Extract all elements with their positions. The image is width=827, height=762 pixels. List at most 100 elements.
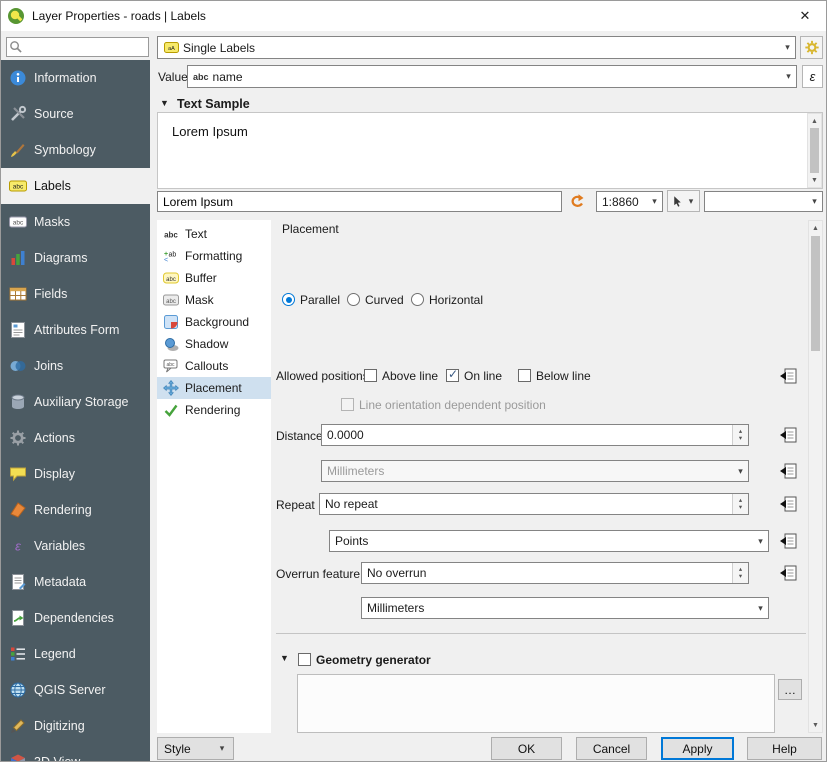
placement-scrollbar[interactable]: ▲ ▼ (808, 220, 823, 733)
data-defined-override-button[interactable] (775, 366, 801, 386)
mask-icon: abc (163, 292, 179, 308)
data-defined-icon (778, 495, 798, 513)
distance-field[interactable]: 0.0000 ▴▾ (321, 424, 749, 446)
sidebar-item-digitizing[interactable]: Digitizing (1, 708, 150, 744)
apply-button[interactable]: Apply (661, 737, 734, 760)
overrun-field[interactable]: No overrun ▴▾ (361, 562, 749, 584)
sidebar-item-masks[interactable]: abc Masks (1, 204, 150, 240)
sidebar-item-information[interactable]: Information (1, 60, 150, 96)
sidebar-item-qgis-server[interactable]: QGIS Server (1, 672, 150, 708)
actions-icon (9, 429, 27, 447)
checkbox-box (446, 369, 459, 382)
data-defined-override-button[interactable] (775, 563, 801, 583)
separator (276, 633, 806, 634)
repeat-unit-combo[interactable]: Points ▾ (329, 530, 769, 552)
repeat-field[interactable]: No repeat ▴▾ (319, 493, 749, 515)
cancel-button[interactable]: Cancel (576, 737, 647, 760)
value-field-combo[interactable]: abc name ▾ (187, 65, 797, 88)
label-mode-combo[interactable]: aA Single Labels ▾ (157, 36, 796, 59)
tab-placement[interactable]: Placement (157, 377, 271, 399)
scroll-up-icon[interactable]: ▲ (809, 221, 822, 235)
scroll-down-icon[interactable]: ▼ (809, 718, 822, 732)
sidebar-item-joins[interactable]: Joins (1, 348, 150, 384)
checkbox-geometry-generator[interactable]: Geometry generator (298, 652, 431, 667)
spinner-arrows-icon[interactable]: ▴▾ (732, 494, 748, 514)
data-defined-override-button[interactable] (775, 531, 801, 551)
tab-rendering[interactable]: Rendering (157, 399, 271, 421)
svg-text:abc: abc (166, 362, 175, 368)
background-icon (163, 314, 179, 330)
tab-callouts[interactable]: abc Callouts (157, 355, 271, 377)
checkbox-below-line[interactable]: Below line (518, 368, 591, 383)
sample-text-input[interactable] (157, 191, 562, 212)
scale-combo[interactable]: 1:8860 ▾ (596, 191, 663, 212)
map-cursor-icon (671, 193, 684, 209)
allowed-positions-label: Allowed positions (276, 369, 369, 383)
sidebar-item-variables[interactable]: ε Variables (1, 528, 150, 564)
overrun-unit-combo[interactable]: Millimeters ▾ (361, 597, 769, 619)
collapse-arrow-icon[interactable]: ▼ (280, 653, 289, 663)
expression-ellipsis-button[interactable]: … (778, 679, 802, 700)
sidebar-item-rendering[interactable]: Rendering (1, 492, 150, 528)
data-defined-override-button[interactable] (775, 461, 801, 481)
sidebar-item-labels[interactable]: abc Labels (1, 168, 150, 204)
radio-curved[interactable]: Curved (347, 292, 404, 307)
search-input[interactable] (6, 37, 149, 57)
checkbox-above-line[interactable]: Above line (364, 368, 438, 383)
spinner-arrows-icon[interactable]: ▴▾ (732, 425, 748, 445)
ok-button[interactable]: OK (491, 737, 562, 760)
auxiliary-storage-icon (9, 393, 27, 411)
radio-horizontal[interactable]: Horizontal (411, 292, 483, 307)
sidebar-item-dependencies[interactable]: Dependencies (1, 600, 150, 636)
geometry-generator-expression-area[interactable] (297, 674, 775, 733)
data-defined-override-button[interactable] (775, 494, 801, 514)
sidebar-item-legend[interactable]: Legend (1, 636, 150, 672)
svg-text:aA: aA (168, 46, 175, 52)
dropdown-arrow-icon: ▾ (753, 536, 768, 547)
sidebar-item-display[interactable]: Display (1, 456, 150, 492)
distance-unit-combo[interactable]: Millimeters ▾ (321, 460, 749, 482)
scrollbar-thumb[interactable] (810, 128, 819, 173)
reset-sample-button[interactable] (566, 190, 588, 212)
sidebar-item-3d-view[interactable]: 3D View (1, 744, 150, 762)
pick-scale-button[interactable]: ▾ (667, 190, 700, 212)
expression-builder-button[interactable]: ε (802, 65, 823, 88)
close-button[interactable]: ✕ (790, 1, 820, 31)
radio-circle (282, 293, 295, 306)
tab-buffer[interactable]: abc Buffer (157, 267, 271, 289)
svg-text:abc: abc (166, 277, 176, 283)
collapse-arrow-icon[interactable]: ▼ (160, 98, 169, 108)
sidebar-item-auxiliary-storage[interactable]: Auxiliary Storage (1, 384, 150, 420)
distance-label: Distance (276, 429, 323, 443)
tab-mask[interactable]: abc Mask (157, 289, 271, 311)
spinner-arrows-icon[interactable]: ▴▾ (732, 563, 748, 583)
data-defined-override-button[interactable] (775, 425, 801, 445)
tab-text[interactable]: abc Text (157, 223, 271, 245)
metadata-icon (9, 573, 27, 591)
preview-scrollbar[interactable]: ▲ ▼ (807, 113, 822, 188)
style-menu-button[interactable]: Style ▾ (157, 737, 234, 760)
scrollbar-thumb[interactable] (811, 236, 820, 351)
sidebar-item-diagrams[interactable]: Diagrams (1, 240, 150, 276)
scroll-up-icon[interactable]: ▲ (808, 114, 821, 128)
sidebar-item-attributes-form[interactable]: Attributes Form (1, 312, 150, 348)
sidebar-item-metadata[interactable]: Metadata (1, 564, 150, 600)
checkbox-line-orientation[interactable]: Line orientation dependent position (341, 397, 546, 412)
checkbox-box (518, 369, 531, 382)
sidebar-item-symbology[interactable]: Symbology (1, 132, 150, 168)
svg-text:abc: abc (13, 184, 24, 191)
placement-icon (163, 380, 179, 396)
tab-background[interactable]: Background (157, 311, 271, 333)
automated-placement-button[interactable] (800, 36, 823, 59)
scroll-down-icon[interactable]: ▼ (808, 173, 821, 187)
tab-shadow[interactable]: Shadow (157, 333, 271, 355)
sample-background-combo[interactable]: ▾ (704, 191, 823, 212)
sidebar-item-actions[interactable]: Actions (1, 420, 150, 456)
help-button[interactable]: Help (747, 737, 822, 760)
preview-text: Lorem Ipsum (172, 124, 248, 139)
tab-formatting[interactable]: +ab< Formatting (157, 245, 271, 267)
radio-parallel[interactable]: Parallel (282, 292, 340, 307)
sidebar-item-source[interactable]: Source (1, 96, 150, 132)
checkbox-on-line[interactable]: On line (446, 368, 502, 383)
sidebar-item-fields[interactable]: Fields (1, 276, 150, 312)
